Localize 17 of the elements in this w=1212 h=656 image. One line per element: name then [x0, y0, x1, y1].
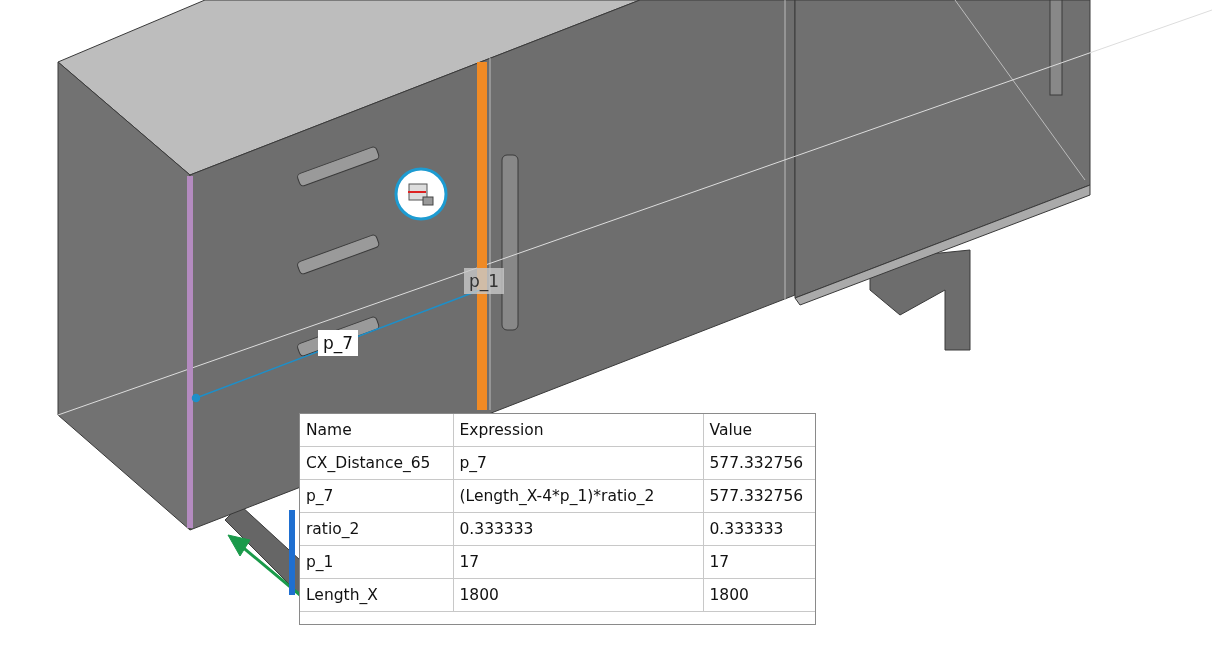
table-cell: 17	[453, 545, 703, 579]
column-header: Value	[703, 414, 815, 447]
table-cell: ratio_2	[300, 512, 453, 546]
table-cell: 0.333333	[453, 512, 703, 546]
constraint-icon[interactable]	[394, 167, 448, 221]
table-cell: p_1	[300, 545, 453, 579]
table-cell: Length_X	[300, 578, 453, 612]
column-header: Expression	[453, 414, 703, 447]
table-cell: 577.332756	[703, 446, 815, 480]
column-header: Name	[300, 414, 453, 447]
table-cell: p_7	[453, 446, 703, 480]
table-cell: p_7	[300, 479, 453, 513]
table-cell: 1800	[453, 578, 703, 612]
table-cell: (Length_X-4*p_1)*ratio_2	[453, 479, 703, 513]
dimension-label[interactable]: p_7	[318, 330, 359, 356]
table-cell: CX_Distance_65	[300, 446, 453, 480]
dimension-label[interactable]: p_1	[464, 268, 505, 294]
